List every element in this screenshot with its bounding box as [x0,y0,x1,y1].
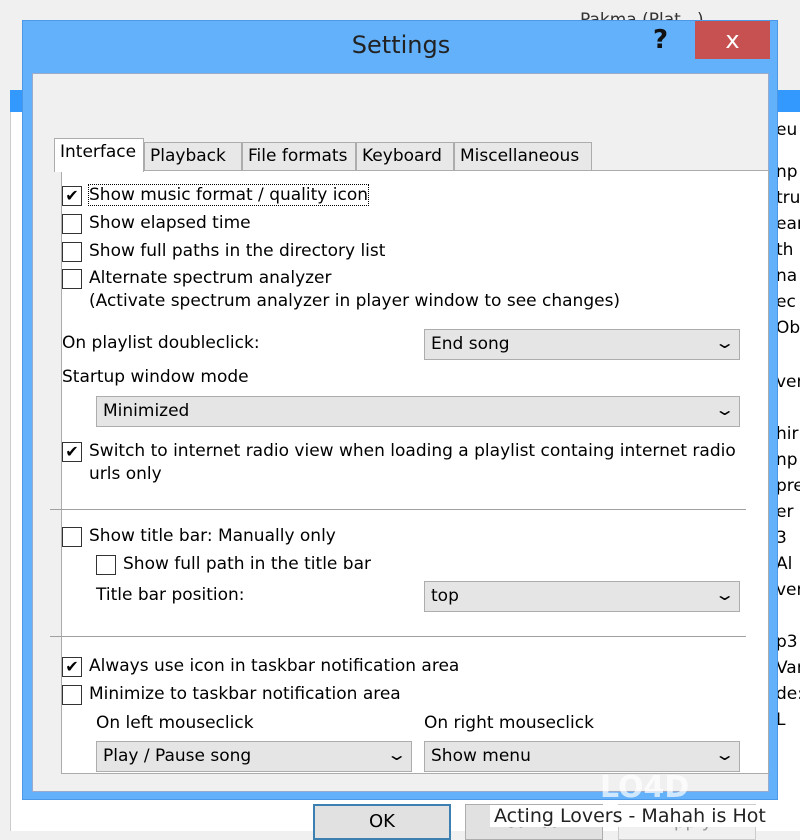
background-list-fragment: tru [776,188,800,208]
separator [50,509,746,510]
background-list-fragment: ear [776,214,800,234]
background-list-fragment: pre [776,476,800,496]
background-list-fragment: de: [776,684,800,704]
show-title-bar-checkbox[interactable]: Show title bar: Manually only [62,526,336,547]
background-list-fragment: p3 [776,632,798,652]
title-pos-label: Title bar position: [96,585,245,605]
startup-mode-select[interactable]: Minimized ⌄ [96,396,740,427]
show-full-paths-checkbox[interactable]: Show full paths in the directory list [62,241,385,262]
check-icon: ✔ [62,657,82,677]
watermark-logo: LO4D [600,770,690,805]
checkbox-label: Show elapsed time [89,213,251,233]
startup-mode-label: Startup window mode [62,367,249,387]
checkbox-box [62,685,82,705]
tab-playback[interactable]: Playback [144,142,242,171]
checkbox-box [96,555,116,575]
tab-miscellaneous[interactable]: Miscellaneous [454,142,592,171]
chevron-down-icon: ⌄ [713,333,736,352]
close-button[interactable]: x [695,21,770,59]
doubleclick-label: On playlist doubleclick: [62,333,260,353]
radio-view-label-cont: urls only [89,464,162,484]
check-icon: ✔ [62,442,82,462]
alt-spectrum-checkbox[interactable]: Alternate spectrum analyzer [62,268,332,289]
background-list-fragment: na [776,266,798,286]
left-click-label: On left mouseclick [96,713,254,733]
full-path-title-checkbox[interactable]: Show full path in the title bar [96,554,371,575]
background-list-fragment: np [776,450,798,470]
select-value: Minimized [103,401,190,421]
checkbox-label: Show full path in the title bar [123,554,371,574]
checkbox-label: Alternate spectrum analyzer [89,268,332,288]
show-elapsed-checkbox[interactable]: Show elapsed time [62,213,251,234]
chevron-down-icon: ⌄ [713,745,736,764]
taskbar-icon-checkbox[interactable]: ✔ Always use icon in taskbar notification… [62,656,459,677]
left-click-select[interactable]: Play / Pause song ⌄ [96,741,412,772]
checkbox-label: Show title bar: Manually only [89,526,336,546]
select-value: Play / Pause song [103,746,252,766]
background-list-fragment: ver [776,580,800,600]
chevron-down-icon: ⌄ [713,585,736,604]
spectrum-note: (Activate spectrum analyzer in player wi… [89,291,621,311]
separator [50,636,746,637]
background-list-fragment: Var [776,658,800,678]
checkbox-label: Always use icon in taskbar notification … [89,656,460,676]
background-list-fragment: ver [776,372,800,392]
settings-dialog: Settings ? x Interface Playback File for… [22,20,778,840]
tab-interface[interactable]: Interface [54,138,144,172]
select-value: Show menu [431,746,531,766]
show-format-icon-checkbox[interactable]: ✔ Show music format / quality icon [62,184,369,206]
radio-view-checkbox[interactable]: ✔ Switch to internet radio view when load… [62,441,736,462]
checkbox-label: Show full paths in the directory list [89,241,386,261]
doubleclick-select[interactable]: End song ⌄ [424,329,740,360]
minimize-taskbar-checkbox[interactable]: Minimize to taskbar notification area [62,684,401,705]
tab-file-formats[interactable]: File formats [242,142,356,171]
right-click-select[interactable]: Show menu ⌄ [424,741,740,772]
title-pos-select[interactable]: top ⌄ [424,581,740,612]
background-list-fragment: eu [776,120,798,140]
background-list-fragment: Al [776,554,793,574]
background-list-item[interactable]: Acting Lovers - Mahah is Hot [490,805,770,827]
check-icon: ✔ [62,186,82,206]
checkbox-box [62,269,82,289]
select-value: top [431,586,459,606]
right-click-label: On right mouseclick [424,713,594,733]
help-button[interactable]: ? [653,25,668,55]
background-list-fragment: er . [776,502,800,522]
chevron-down-icon: ⌄ [385,745,408,764]
select-value: End song [431,334,510,354]
background-list-fragment: hir [776,424,799,444]
background-list-fragment: ec [776,292,796,312]
checkbox-box [62,527,82,547]
chevron-down-icon: ⌄ [713,400,736,419]
background-list-fragment: Ob [776,318,800,338]
checkbox-label: Minimize to taskbar notification area [89,684,401,704]
checkbox-label: Show music format / quality icon [88,184,369,206]
checkbox-box [62,214,82,234]
ok-button[interactable]: OK [313,804,451,840]
background-list-fragment: th [776,240,794,260]
dialog-client: Interface Playback File formats Keyboard… [32,73,769,840]
tab-keyboard[interactable]: Keyboard [356,142,454,171]
interface-panel: ✔ Show music format / quality icon Show e… [50,170,769,774]
checkbox-box [62,242,82,262]
checkbox-label: Switch to internet radio view when loadi… [89,441,736,461]
background-list-fragment: np [776,162,798,182]
